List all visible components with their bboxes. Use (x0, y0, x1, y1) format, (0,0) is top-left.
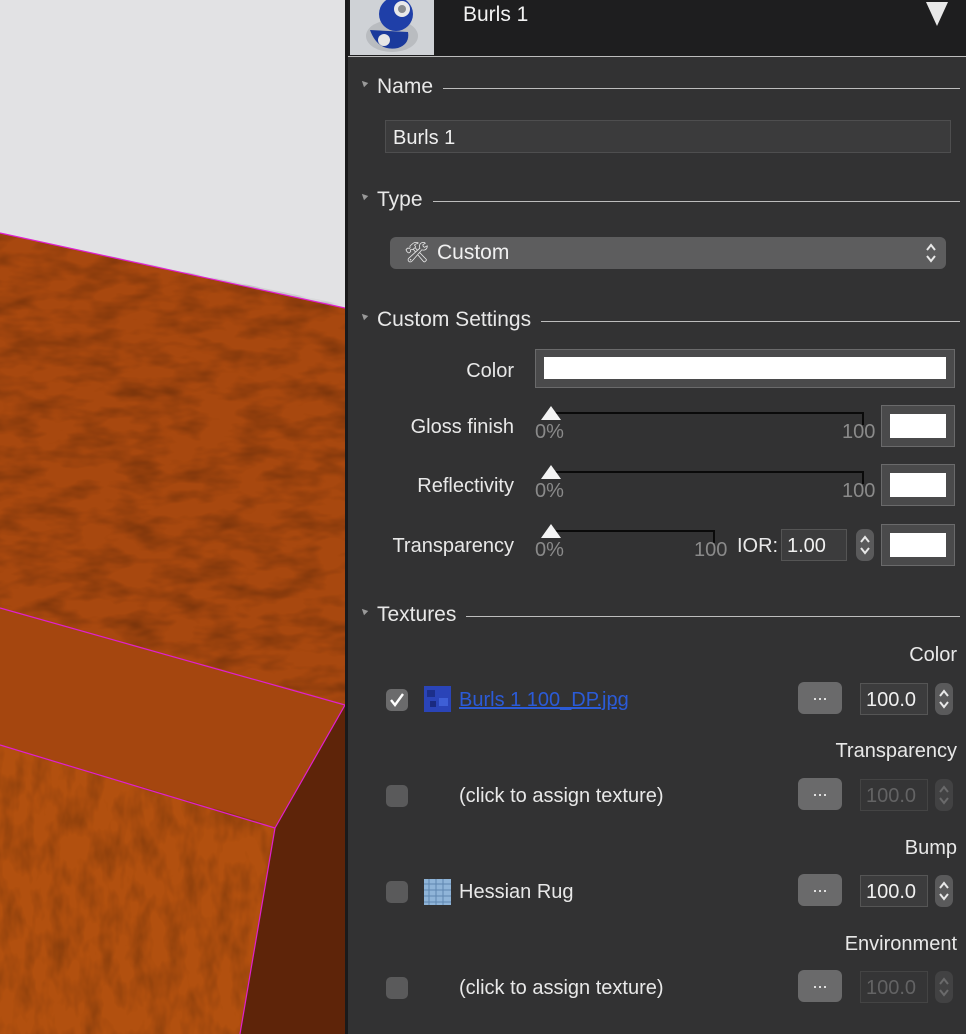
bump-texture-checkbox[interactable] (386, 881, 408, 903)
color-texture-amount-input[interactable]: 100.0 (860, 683, 928, 715)
slider-knob[interactable] (541, 465, 561, 479)
stepper-arrows-icon (939, 785, 949, 805)
ior-label: IOR: (737, 535, 779, 557)
dropdown-caret-icon[interactable] (926, 2, 948, 26)
gloss-label: Gloss finish (410, 416, 514, 438)
material-preview-thumbnail[interactable] (350, 0, 434, 55)
texture-heading-environment: Environment (844, 933, 957, 955)
transparency-texture-swatch[interactable] (881, 524, 955, 566)
color-texture-stepper[interactable] (935, 683, 953, 715)
material-type-select[interactable]: 🛠 Custom (390, 237, 946, 269)
disclosure-triangle-icon[interactable] (359, 606, 369, 616)
texture-thumbnail (424, 879, 451, 905)
texture-thumbnail (424, 686, 451, 712)
tools-icon: 🛠 (404, 242, 430, 264)
section-name[interactable]: Name (348, 73, 966, 103)
checkmark-icon (390, 693, 404, 707)
stepper-arrows-icon (860, 535, 870, 555)
transparency-texture-stepper (935, 779, 953, 811)
color-texture-checkbox[interactable] (386, 689, 408, 711)
slider-max-label: 100 (842, 421, 876, 443)
texture-heading-color: Color (909, 644, 957, 666)
environment-texture-placeholder[interactable]: (click to assign texture) (459, 977, 664, 1000)
color-texture-browse-button[interactable]: ... (798, 682, 842, 714)
wood-box-render (0, 232, 345, 1034)
gloss-texture-swatch[interactable] (881, 405, 955, 447)
ior-input[interactable]: 1.00 (781, 529, 847, 561)
texture-heading-transparency: Transparency (835, 740, 957, 762)
section-type-label: Type (377, 188, 433, 212)
section-custom-settings[interactable]: Custom Settings (348, 306, 966, 336)
section-type[interactable]: Type (348, 186, 966, 216)
environment-texture-browse-button[interactable]: ... (798, 970, 842, 1002)
material-header[interactable]: Burls 1 (348, 0, 966, 57)
section-textures-label: Textures (377, 603, 467, 627)
stepper-arrows-icon (939, 977, 949, 997)
hessian-rug-texture-icon (424, 879, 451, 905)
slider-knob[interactable] (541, 406, 561, 420)
material-type-value: Custom (437, 241, 510, 264)
section-custom-label: Custom Settings (377, 308, 542, 332)
slider-track (549, 530, 714, 532)
slider-max-label: 100 (842, 480, 876, 502)
select-arrows-icon (926, 243, 936, 263)
material-inspector: Burls 1 Name Burls 1 Type 🛠 Custom Custo… (348, 0, 966, 1034)
bump-texture-stepper[interactable] (935, 875, 953, 907)
texture-heading-bump: Bump (904, 837, 957, 859)
section-textures[interactable]: Textures (348, 601, 966, 631)
slider-max-label: 100 (694, 539, 728, 561)
section-name-label: Name (377, 75, 444, 99)
disclosure-triangle-icon[interactable] (359, 191, 369, 201)
environment-texture-checkbox[interactable] (386, 977, 408, 999)
bump-texture-amount-input[interactable]: 100.0 (860, 875, 928, 907)
burls-texture-icon (424, 686, 451, 712)
environment-texture-amount-input: 100.0 (860, 971, 928, 1003)
swatch-fill (890, 473, 946, 497)
transparency-texture-checkbox[interactable] (386, 785, 408, 807)
swatch-fill (890, 533, 946, 557)
slider-min-label: 0% (535, 480, 564, 502)
swatch-fill (890, 414, 946, 438)
gloss-slider[interactable]: 0% 100 (535, 406, 885, 446)
ior-stepper[interactable] (856, 529, 874, 561)
transparency-label: Transparency (392, 535, 514, 557)
slider-knob[interactable] (541, 524, 561, 538)
transparency-texture-browse-button[interactable]: ... (798, 778, 842, 810)
reflectivity-texture-swatch[interactable] (881, 464, 955, 506)
color-label: Color (466, 360, 514, 382)
material-title: Burls 1 (463, 3, 529, 26)
bump-texture-browse-button[interactable]: ... (798, 874, 842, 906)
color-well[interactable] (535, 349, 955, 388)
material-name-input[interactable]: Burls 1 (385, 120, 951, 153)
transparency-texture-placeholder[interactable]: (click to assign texture) (459, 785, 664, 808)
environment-texture-stepper (935, 971, 953, 1003)
section-divider (377, 201, 960, 202)
transparency-slider[interactable]: 0% 100 (535, 524, 735, 564)
slider-min-label: 0% (535, 539, 564, 561)
reflectivity-slider[interactable]: 0% 100 (535, 465, 885, 505)
stepper-arrows-icon (939, 881, 949, 901)
transparency-texture-amount-input: 100.0 (860, 779, 928, 811)
stepper-arrows-icon (939, 689, 949, 709)
material-sphere-icon (350, 0, 434, 55)
color-well-fill (544, 357, 946, 379)
disclosure-triangle-icon[interactable] (359, 78, 369, 88)
slider-track (549, 471, 864, 473)
slider-track (549, 412, 864, 414)
disclosure-triangle-icon[interactable] (359, 311, 369, 321)
3d-viewport[interactable] (0, 0, 345, 1034)
bump-texture-name[interactable]: Hessian Rug (459, 881, 574, 904)
color-texture-link[interactable]: Burls 1 100_DP.jpg (459, 689, 629, 712)
section-divider (377, 88, 960, 89)
reflectivity-label: Reflectivity (417, 475, 514, 497)
slider-min-label: 0% (535, 421, 564, 443)
